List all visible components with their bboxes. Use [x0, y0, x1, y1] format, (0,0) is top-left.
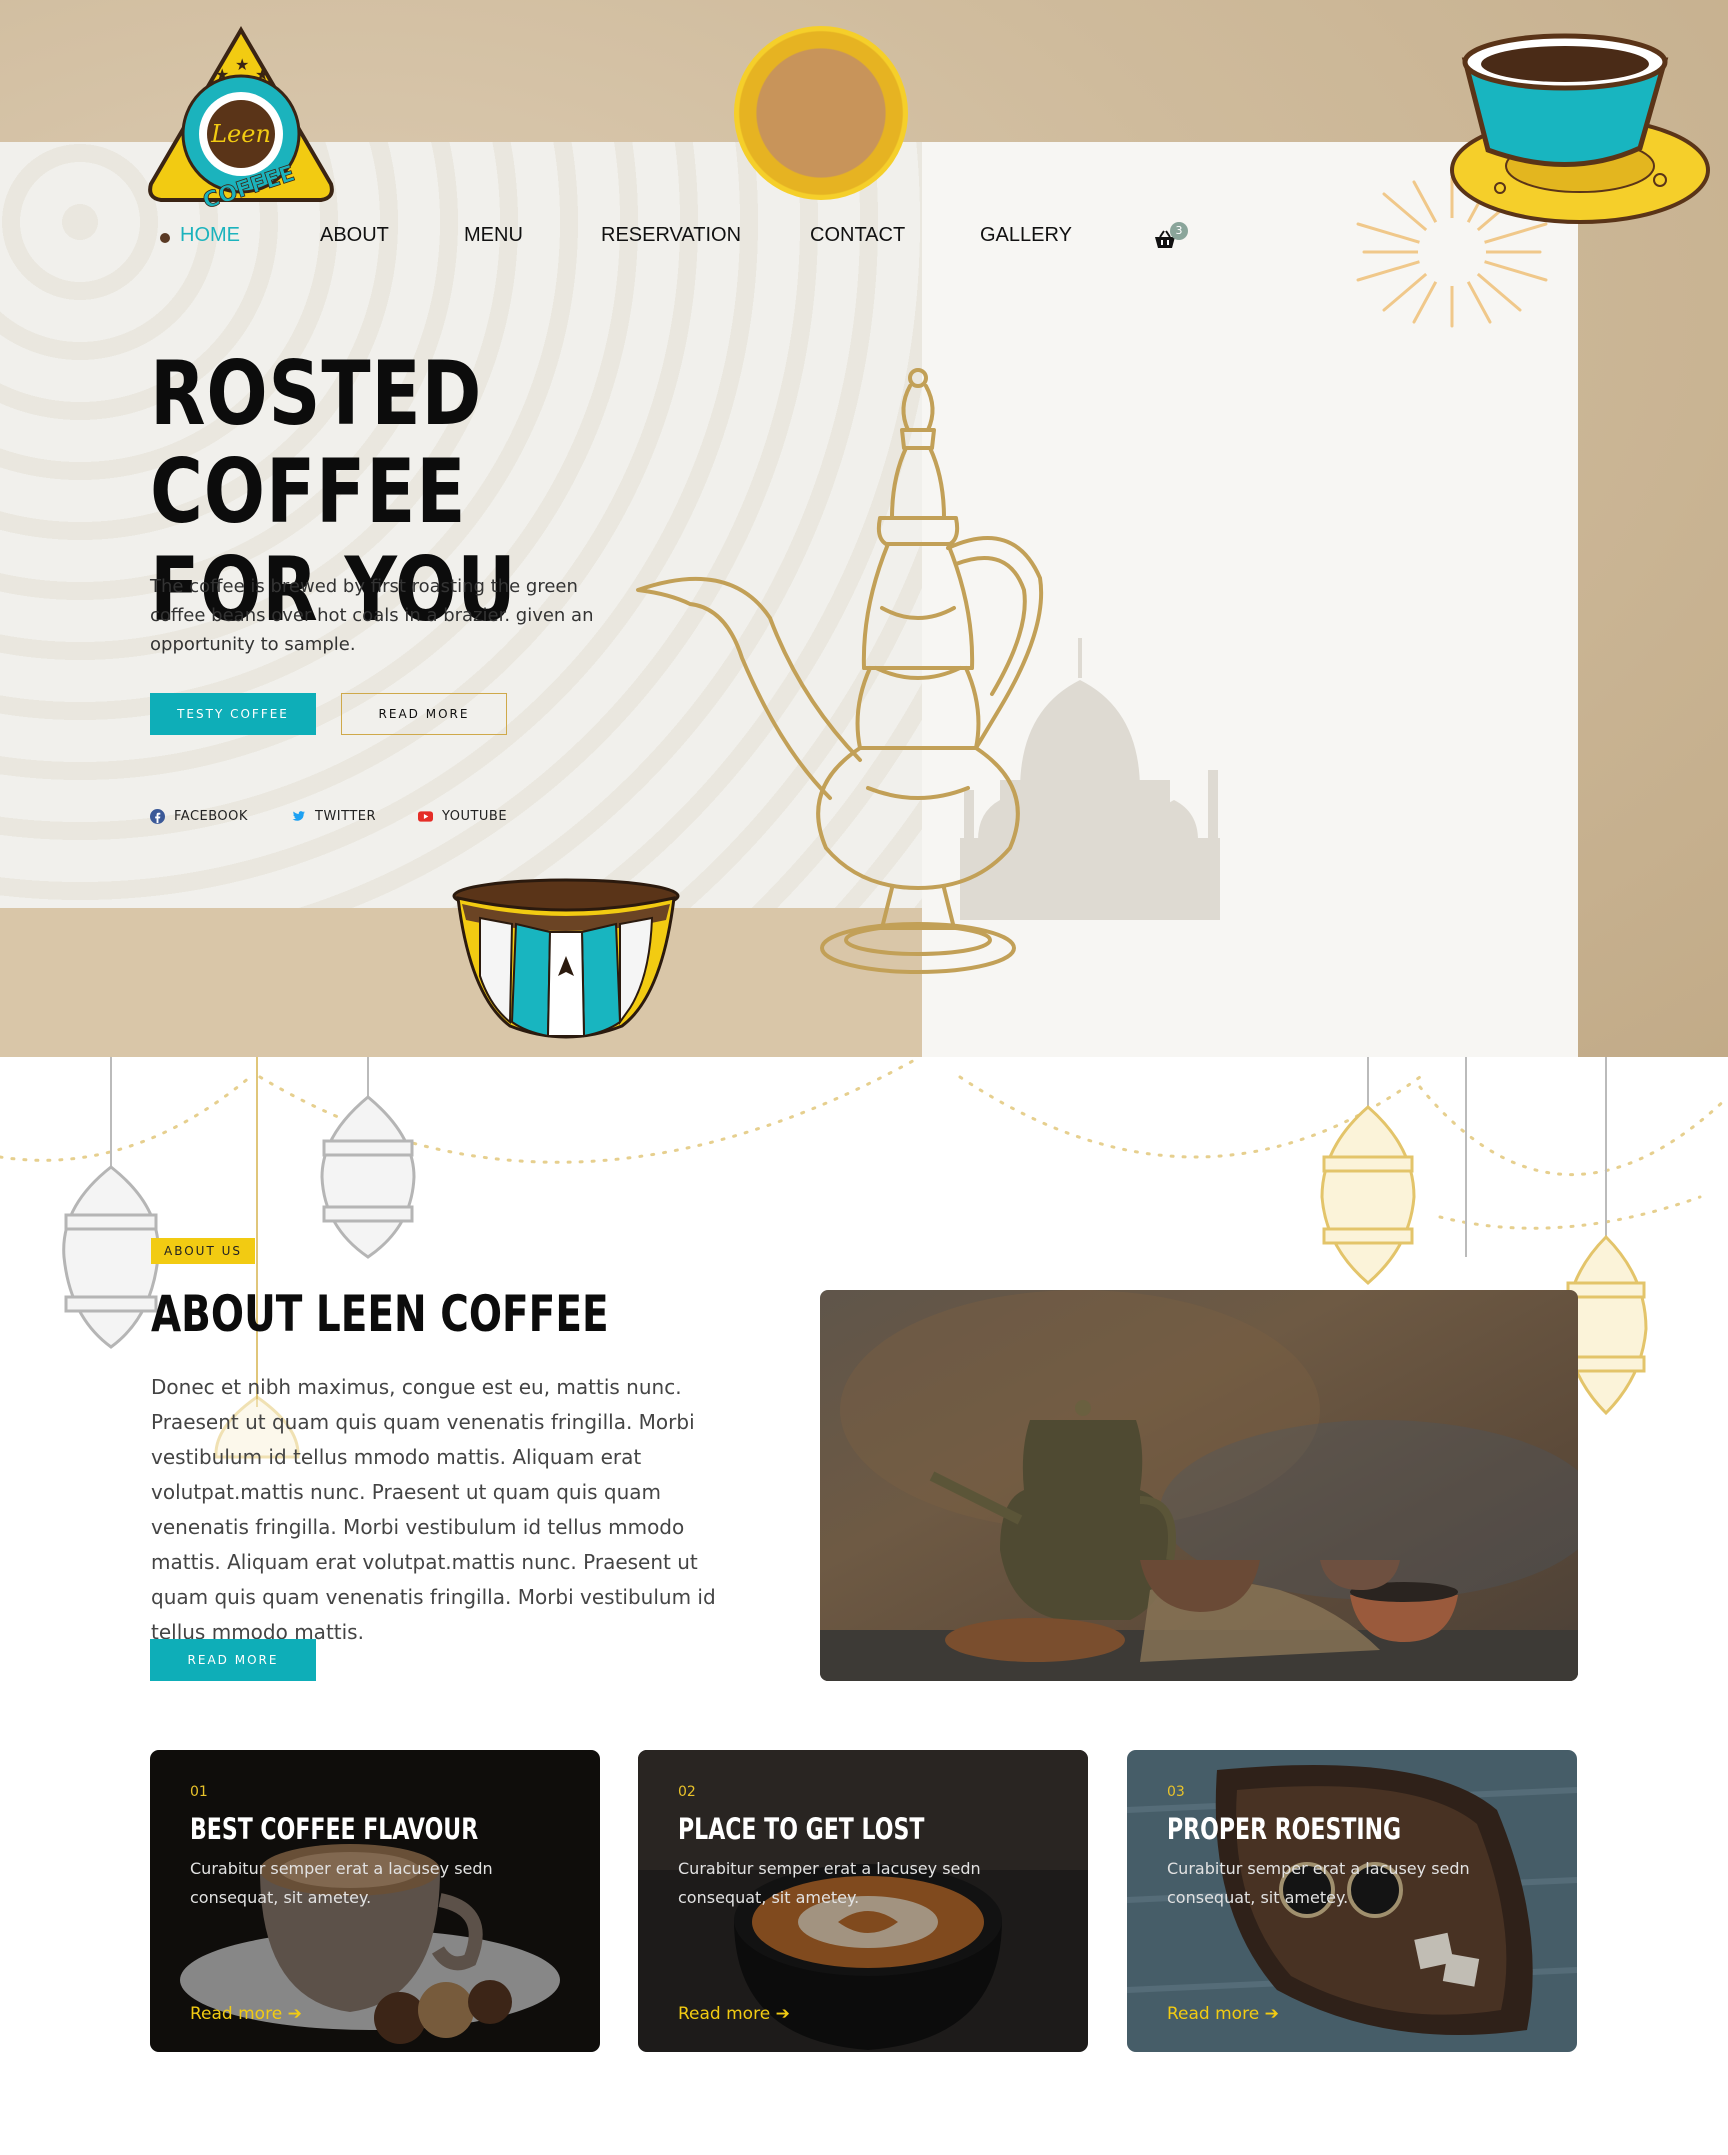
twitter-link[interactable]: TWITTER [291, 806, 376, 826]
youtube-label: YOUTUBE [442, 808, 508, 824]
hero-read-more-button[interactable]: READ MORE [341, 693, 507, 735]
card-2-text: Curabitur semper erat a lacusey sedn con… [678, 1859, 981, 1907]
card-1-content: 01 BEST COFFEE FLAVOUR Curabitur semper … [190, 1784, 580, 1912]
logo-text: Leen [210, 120, 271, 148]
nav-menu[interactable]: MENU [464, 224, 523, 247]
feature-card-3[interactable]: 03 PROPER ROESTING Curabitur semper erat… [1127, 1750, 1577, 2052]
card-1-number: 01 [190, 1784, 208, 1800]
card-1-title: BEST COFFEE FLAVOUR [190, 1812, 479, 1846]
card-1-link-label: Read more [190, 2004, 283, 2024]
card-2-link-label: Read more [678, 2004, 771, 2024]
card-2-title: PLACE TO GET LOST [678, 1812, 925, 1846]
card-3-content: 03 PROPER ROESTING Curabitur semper erat… [1167, 1784, 1557, 1912]
finjan-cup-illustration [452, 878, 680, 1039]
dallah-coffee-pot-illustration [636, 368, 1044, 974]
active-nav-dot [160, 233, 170, 243]
coffee-cup-illustration [1450, 33, 1710, 224]
card-3-link-label: Read more [1167, 2004, 1260, 2024]
arrow-right-icon: ➔ [1264, 2004, 1279, 2024]
cart-button[interactable]: 3 [1154, 222, 1188, 254]
svg-text:★: ★ [235, 55, 249, 74]
twitter-icon [292, 810, 306, 821]
leen-coffee-logo[interactable]: ★ ★ ★ Leen COFFEE [145, 24, 337, 208]
arrow-right-icon: ➔ [775, 2004, 790, 2024]
card-1-read-more-link[interactable]: Read more ➔ [190, 2004, 302, 2024]
feature-card-2[interactable]: 02 PLACE TO GET LOST Curabitur semper er… [638, 1750, 1088, 2052]
nav-home[interactable]: HOME [180, 224, 240, 247]
testy-coffee-button[interactable]: TESTY COFFEE [150, 693, 316, 735]
arrow-right-icon: ➔ [287, 2004, 302, 2024]
card-1-text: Curabitur semper erat a lacusey sedn con… [190, 1859, 493, 1907]
twitter-label: TWITTER [315, 808, 377, 824]
card-2-number: 02 [678, 1784, 696, 1800]
about-read-more-button[interactable]: READ MORE [150, 1639, 316, 1681]
hero-title-line1: ROSTED COFFEE [150, 342, 483, 543]
nav-reservation[interactable]: RESERVATION [601, 224, 741, 247]
card-3-text: Curabitur semper erat a lacusey sedn con… [1167, 1859, 1470, 1907]
feature-card-1[interactable]: 01 BEST COFFEE FLAVOUR Curabitur semper … [150, 1750, 600, 2052]
about-us-badge: ABOUT US [151, 1238, 256, 1264]
gold-plate-decoration [734, 26, 908, 200]
card-3-read-more-link[interactable]: Read more ➔ [1167, 2004, 1279, 2024]
nav-contact[interactable]: CONTACT [810, 224, 905, 247]
card-3-number: 03 [1167, 1784, 1185, 1800]
about-photo-arabic-coffee-set [820, 1290, 1578, 1681]
nav-gallery[interactable]: GALLERY [980, 224, 1072, 247]
card-2-content: 02 PLACE TO GET LOST Curabitur semper er… [678, 1784, 1068, 1912]
card-3-title: PROPER ROESTING [1167, 1812, 1402, 1846]
nav-about[interactable]: ABOUT [320, 224, 389, 247]
about-title: ABOUT LEEN COFFEE [151, 1285, 609, 1343]
youtube-link[interactable]: YOUTUBE [418, 806, 507, 826]
hero-description: The coffee is brewed by first roasting t… [150, 576, 594, 655]
card-2-read-more-link[interactable]: Read more ➔ [678, 2004, 790, 2024]
youtube-icon [418, 810, 433, 822]
facebook-link[interactable]: FACEBOOK [150, 806, 248, 826]
cart-count-badge: 3 [1170, 222, 1188, 240]
facebook-label: FACEBOOK [174, 808, 248, 824]
about-description: Donec et nibh maximus, congue est eu, ma… [151, 1375, 716, 1644]
facebook-icon [150, 808, 165, 824]
